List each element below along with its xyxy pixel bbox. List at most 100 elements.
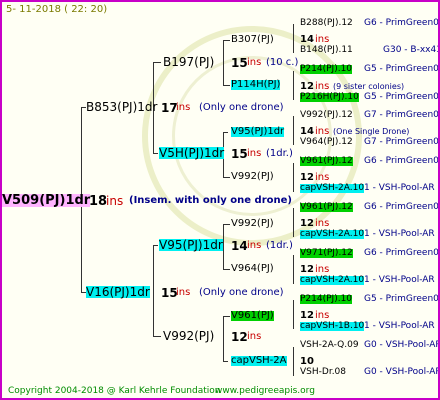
father-ins-note: (Only one drone) <box>199 102 284 113</box>
root-ins-label: ins <box>106 194 124 208</box>
connector <box>153 245 158 246</box>
pedigree-frame: 5- 11-2018 ( 22: 20) V509(PJ)1dr 18 ins … <box>0 0 440 400</box>
leaf-source: 1 - VSH-Pool-AR <box>364 321 435 331</box>
leaf-source: G6 - PrimGreen00 <box>364 156 440 166</box>
leaf-queen[interactable]: B288(PJ).12 <box>300 19 353 28</box>
g4-queen[interactable]: V992(PJ) <box>231 172 274 182</box>
g3-ins-note: (One Single Drone) <box>333 127 410 136</box>
fm-ins-label: ins <box>247 148 262 159</box>
ff-ins-count: 15 <box>231 56 248 70</box>
leaf-source: G6 - PrimGreen00 <box>364 18 440 28</box>
leaf-source: G5 - PrimGreen00 <box>364 294 440 304</box>
g2-ins-note: (9 sister colonies) <box>333 82 405 91</box>
connector <box>293 24 294 53</box>
leaf-source: 1 - VSH-Pool-AR <box>364 229 435 239</box>
fm-queen[interactable]: V5H(PJ)1dr <box>159 147 225 159</box>
leaf-queen[interactable]: P214(PJ).10 <box>300 65 353 74</box>
g6-ins-label: ins <box>315 264 330 275</box>
leaf-queen[interactable]: capVSH-2A.10 <box>300 230 365 239</box>
g2-ins-label: ins <box>315 81 330 92</box>
mf-ins-label: ins <box>247 240 262 251</box>
leaf-source: G6 - PrimGreen00 <box>364 202 440 212</box>
date-stamp: 5- 11-2018 ( 22: 20) <box>6 4 108 15</box>
mother-queen[interactable]: V16(PJ)1dr <box>86 286 150 298</box>
mf-queen[interactable]: V95(PJ)1dr <box>159 239 223 251</box>
g3-ins-count: 14 <box>300 126 314 137</box>
connector <box>293 71 294 100</box>
leaf-source: G6 - PrimGreen00 <box>364 248 440 258</box>
leaf-queen[interactable]: V964(PJ).12 <box>300 138 353 147</box>
connector <box>293 347 294 376</box>
connector <box>223 316 230 317</box>
leaf-source: G5 - PrimGreen00 <box>364 64 440 74</box>
connector <box>223 40 230 41</box>
leaf-source: G7 - PrimGreen00 <box>364 137 440 147</box>
connector <box>223 361 228 362</box>
g5-queen[interactable]: V992(PJ) <box>231 219 274 229</box>
leaf-queen[interactable]: V961(PJ).12 <box>300 203 353 212</box>
fm-ins-count: 15 <box>231 147 248 161</box>
root-queen[interactable]: V509(PJ)1dr <box>2 194 91 207</box>
connector <box>223 177 230 178</box>
leaf-queen[interactable]: VSH-Dr.08 <box>300 368 346 377</box>
g5-ins-label: ins <box>315 218 330 229</box>
leaf-queen[interactable]: capVSH-2A.10 <box>300 184 365 193</box>
g6-ins-count: 12 <box>300 264 314 275</box>
connector <box>153 336 161 337</box>
root-ins-count: 18 <box>89 194 108 209</box>
root-ins-note: (Insem. with only one drone) <box>129 195 292 206</box>
g6-queen[interactable]: V964(PJ) <box>231 264 274 274</box>
g1-ins-count: 14 <box>300 34 314 45</box>
connector <box>223 40 224 86</box>
ff-queen[interactable]: B197(PJ) <box>163 56 214 68</box>
leaf-queen[interactable]: P214(PJ).10 <box>300 295 353 304</box>
g2-queen[interactable]: P114H(PJ) <box>231 80 281 90</box>
leaf-queen[interactable]: capVSH-2A.10 <box>300 276 365 285</box>
g8-queen[interactable]: capVSH-2A <box>231 356 287 366</box>
leaf-source: G30 - B-xx43 <box>383 45 440 55</box>
connector <box>293 163 294 192</box>
website-link[interactable]: www.pedigreeapis.org <box>215 387 315 396</box>
leaf-queen[interactable]: V971(PJ).12 <box>300 249 353 258</box>
connector <box>293 300 294 329</box>
leaf-source: 1 - VSH-Pool-AR <box>364 183 435 193</box>
connector <box>223 224 230 225</box>
leaf-queen[interactable]: V961(PJ).12 <box>300 157 353 166</box>
connector <box>293 208 294 237</box>
leaf-source: G5 - PrimGreen00 <box>364 92 440 102</box>
leaf-source: G7 - PrimGreen00 <box>364 110 440 120</box>
leaf-queen[interactable]: V992(PJ).12 <box>300 111 353 120</box>
g3-queen[interactable]: V95(PJ)1dr <box>231 127 285 137</box>
leaf-source: 1 - VSH-Pool-AR <box>364 275 435 285</box>
g1-ins-label: ins <box>315 34 330 45</box>
connector <box>293 116 294 145</box>
leaf-queen[interactable]: P216H(PJ).10 <box>300 93 359 102</box>
mm-queen[interactable]: V992(PJ) <box>163 330 214 342</box>
leaf-queen[interactable]: B148(PJ).11 <box>300 46 353 55</box>
g7-ins-label: ins <box>315 310 330 321</box>
connector <box>153 245 154 337</box>
leaf-source: G0 - VSH-Pool-AR <box>364 367 440 377</box>
ff-ins-label: ins <box>247 57 262 68</box>
mf-ins-note: (1dr.) <box>266 240 293 251</box>
copyright: Copyright 2004-2018 @ Karl Kehrle Founda… <box>8 386 221 396</box>
g7-ins-count: 12 <box>300 310 314 321</box>
mother-ins-note: (Only one drone) <box>199 287 284 298</box>
g4-ins-count: 12 <box>300 172 314 183</box>
connector <box>223 132 228 133</box>
g5-ins-count: 12 <box>300 218 314 229</box>
leaf-queen[interactable]: VSH-2A-Q.09 <box>300 341 359 350</box>
leaf-queen[interactable]: capVSH-1B.10 <box>300 322 365 331</box>
connector <box>293 255 294 284</box>
father-queen[interactable]: B853(PJ)1dr <box>86 101 157 113</box>
mother-ins-label: ins <box>176 287 191 298</box>
father-ins-label: ins <box>176 102 191 113</box>
g1-queen[interactable]: B307(PJ) <box>231 35 274 45</box>
mf-ins-count: 14 <box>231 239 248 253</box>
connector <box>223 316 224 362</box>
g4-ins-label: ins <box>315 172 330 183</box>
fm-ins-note: (1dr.) <box>266 148 293 159</box>
g7-queen[interactable]: V961(PJ) <box>231 311 274 321</box>
leaf-source: G0 - VSH-Pool-AR <box>364 340 440 350</box>
connector <box>153 62 161 63</box>
